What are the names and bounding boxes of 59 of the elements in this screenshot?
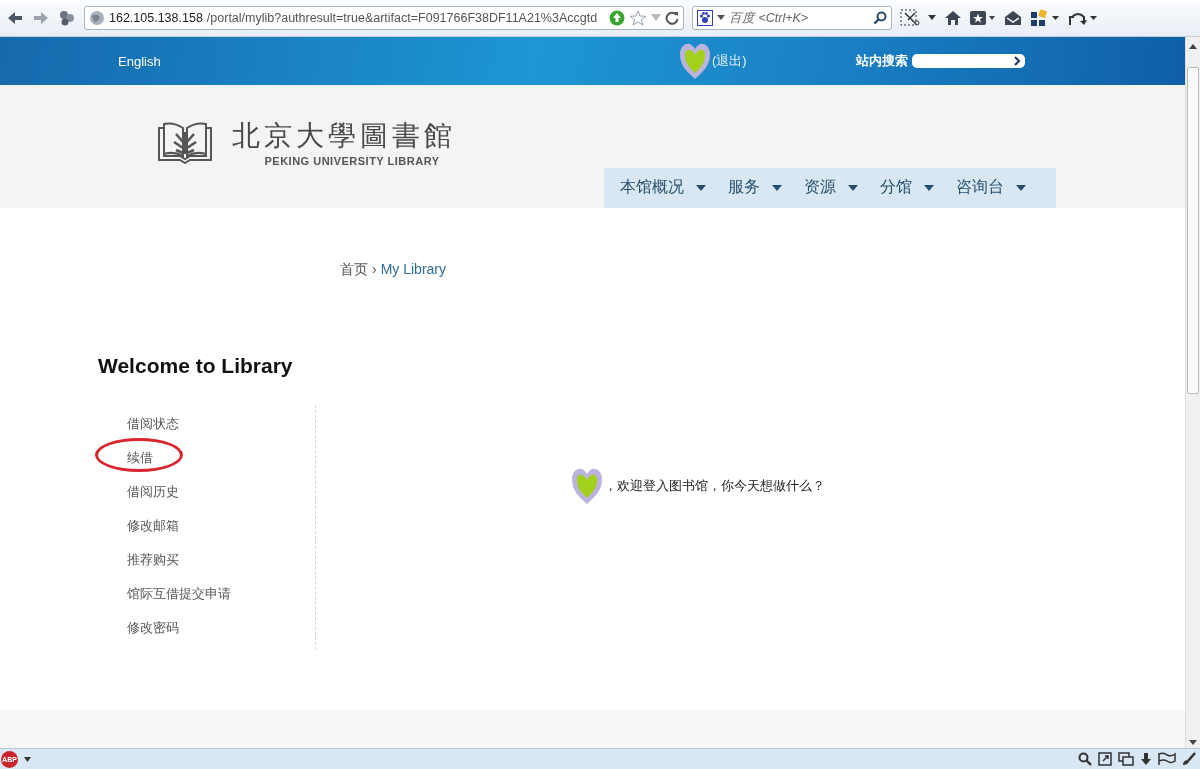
caret-icon <box>848 184 858 191</box>
globe-icon <box>89 10 105 26</box>
tiles-icon[interactable] <box>1030 9 1060 27</box>
envelope-icon[interactable] <box>1004 10 1022 26</box>
scrollbar-thumb[interactable] <box>1187 67 1199 394</box>
language-link[interactable]: English <box>118 53 678 69</box>
breadcrumb-separator: › <box>372 261 377 279</box>
scissors-icon[interactable] <box>900 9 920 27</box>
nav-menu-item[interactable]: 咨询台 <box>956 167 1048 208</box>
library-name-chinese: 北京大學圖書館 <box>232 118 456 155</box>
sidebar-link[interactable]: 推荐购买 <box>127 546 179 574</box>
dropdown-triangle-icon[interactable] <box>24 756 31 762</box>
windows-icon[interactable] <box>1118 752 1134 766</box>
site-search-field[interactable] <box>912 54 1025 68</box>
logout-link[interactable]: (退出) <box>712 52 747 70</box>
sidebar-link[interactable]: 修改密码 <box>127 614 179 642</box>
search-icon[interactable] <box>873 11 887 25</box>
address-bar[interactable]: 162.105.138.158 /portal/mylib?authresult=true&artifact=F091766F38DF11A21%3Accgtd <box>84 6 684 30</box>
welcome-message: ，欢迎登入图书馆，你今天想做什么？ <box>604 477 825 495</box>
nav-menu-item[interactable]: 本馆概况 <box>620 167 728 208</box>
paw-icon <box>697 10 713 26</box>
sidebar-link[interactable]: 馆际互借提交申请 <box>127 580 231 608</box>
dropdown-triangle-icon[interactable] <box>928 15 936 21</box>
breadcrumb-home-link[interactable]: 首页 <box>340 261 368 279</box>
nav-menu-item[interactable]: 服务 <box>728 167 804 208</box>
url-path: /portal/mylib?authresult=true&artifact=F091766F38DF11A21%3Accgtd <box>206 11 598 25</box>
search-icon[interactable] <box>1078 752 1092 766</box>
heart-icon <box>570 466 604 506</box>
search-input[interactable]: 百度 <Ctrl+K> <box>729 11 869 25</box>
sidebar-link[interactable]: 借阅历史 <box>127 478 179 506</box>
caret-icon <box>696 184 706 191</box>
heart-icon <box>678 41 712 81</box>
home-icon[interactable] <box>944 10 962 26</box>
sidebar-link[interactable]: 修改邮箱 <box>127 512 179 540</box>
nav-menu-item[interactable]: 资源 <box>804 167 880 208</box>
back-arrow-icon[interactable] <box>6 10 24 26</box>
cluster-icon[interactable] <box>58 10 76 26</box>
nav-menu-item[interactable]: 分馆 <box>880 167 956 208</box>
sidebar-link[interactable]: 借阅状态 <box>127 410 179 438</box>
reload-icon[interactable] <box>665 11 679 25</box>
caret-icon <box>1016 184 1026 191</box>
page-heading: Welcome to Library <box>98 354 294 378</box>
external-window-icon[interactable] <box>1098 752 1112 766</box>
chevron-right-icon[interactable] <box>1013 56 1021 66</box>
open-book-logo-icon <box>156 120 214 165</box>
flag-icon[interactable] <box>1158 752 1176 766</box>
caret-icon <box>772 184 782 191</box>
dropdown-triangle-icon[interactable] <box>717 15 725 21</box>
breadcrumb-current: My Library <box>380 261 447 279</box>
site-search-label: 站内搜索 <box>856 52 908 70</box>
search-bar[interactable]: 百度 <Ctrl+K> <box>692 6 892 30</box>
sidebar-link[interactable]: 续借 <box>127 444 153 472</box>
download-arrow-icon[interactable] <box>1140 752 1152 766</box>
brush-icon[interactable] <box>1182 752 1196 766</box>
star-icon[interactable] <box>629 10 647 26</box>
url-host: 162.105.138.158 <box>109 11 203 25</box>
caret-icon <box>924 184 934 191</box>
bookmark-star-icon[interactable] <box>970 10 996 26</box>
library-name-english: PEKING UNIVERSITY LIBRARY <box>264 155 440 168</box>
